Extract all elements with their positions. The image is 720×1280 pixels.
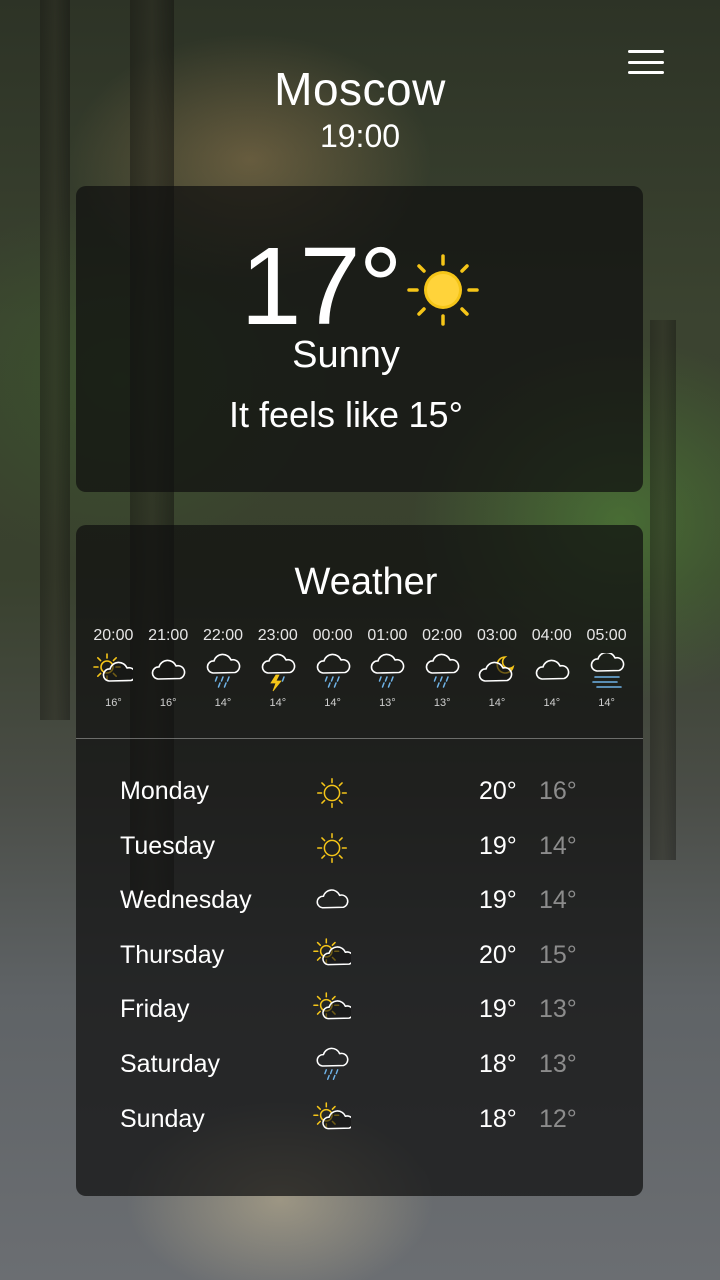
menu-icon[interactable] — [626, 48, 666, 76]
sun-icon — [312, 775, 352, 811]
hourly-time: 01:00 — [367, 627, 408, 644]
day-low-temp: 13° — [539, 995, 577, 1024]
hourly-temp: 13° — [433, 697, 451, 709]
day-name: Wednesday — [120, 886, 252, 915]
cloud-icon — [532, 651, 572, 695]
cloud-icon — [312, 884, 352, 920]
day-high-temp: 20° — [479, 777, 517, 805]
day-high-temp: 19° — [479, 995, 517, 1024]
hourly-time: 03:00 — [476, 627, 517, 644]
hourly-time: 02:00 — [422, 627, 463, 644]
current-weather-card: 17° Sunny It feels like 15° — [76, 186, 643, 492]
daily-row: Saturday 18° 13° — [76, 1038, 643, 1093]
hourly-temp: 14° — [543, 697, 561, 709]
sun-icon — [312, 830, 352, 866]
sun-cloud-icon — [312, 1101, 352, 1139]
day-high-temp: 18° — [479, 1104, 517, 1133]
hourly-item: 22:00 14° — [196, 627, 251, 709]
hourly-time: 21:00 — [148, 627, 189, 644]
sun-cloud-icon — [312, 992, 352, 1029]
hourly-time: 23:00 — [257, 627, 298, 644]
feels-like-value: 15° — [408, 394, 463, 435]
daily-row: Wednesday 19° 14° — [76, 874, 643, 929]
day-high-temp: 19° — [479, 886, 517, 915]
rain-icon — [422, 651, 462, 695]
hourly-temp: 16° — [105, 697, 122, 709]
daily-row: Sunday 18° 12° — [76, 1093, 643, 1148]
current-time: 19:00 — [319, 118, 401, 154]
hourly-time: 04:00 — [531, 627, 572, 644]
daily-row: Monday 20° 16° — [76, 765, 643, 820]
hourly-temp: 16° — [159, 697, 177, 709]
hourly-temp: 14° — [488, 697, 506, 709]
city-name: Moscow — [274, 63, 446, 115]
feels-like: It feels like 15° — [76, 394, 616, 436]
day-low-temp: 12° — [539, 1104, 577, 1133]
hourly-time: 20:00 — [93, 627, 134, 644]
rain-icon — [313, 651, 353, 695]
daily-row: Friday 19° 13° — [76, 983, 643, 1038]
daily-row: Tuesday 19° 14° — [76, 820, 643, 875]
day-low-temp: 14° — [539, 886, 577, 915]
day-high-temp: 20° — [479, 940, 517, 969]
moon-cloud-icon — [477, 651, 517, 695]
sun-cloud-icon — [312, 937, 352, 975]
day-high-temp: 18° — [479, 1049, 517, 1078]
hourly-temp: 14° — [269, 697, 287, 709]
current-condition: Sunny — [292, 334, 400, 376]
hourly-item: 20:00 16° — [86, 627, 141, 709]
forecast-title: Weather — [294, 561, 438, 603]
day-name: Tuesday — [120, 831, 215, 860]
hourly-temp: 14° — [214, 697, 232, 709]
hourly-item: 02:00 13° — [415, 627, 470, 709]
day-name: Saturday — [120, 1049, 221, 1078]
hourly-item: 21:00 16° — [141, 627, 196, 709]
hourly-time: 05:00 — [586, 627, 627, 644]
day-low-temp: 13° — [539, 1049, 577, 1078]
feels-like-label: It feels like — [229, 394, 400, 435]
day-name: Friday — [120, 995, 190, 1024]
day-low-temp: 16° — [539, 777, 577, 805]
hourly-item: 03:00 14° — [470, 627, 525, 709]
divider — [76, 738, 643, 739]
hourly-time: 22:00 — [202, 627, 244, 644]
hourly-item: 00:00 14° — [305, 627, 360, 709]
forecast-card: Weather 20:00 16° 21:00 16° 22:00 14° 23:00 14°… — [76, 525, 643, 1196]
hourly-time: 00:00 — [312, 627, 353, 644]
hourly-temp: 13° — [379, 697, 396, 709]
hourly-forecast: 20:00 16° 21:00 16° 22:00 14° 23:00 14° 00:00 14°… — [86, 627, 641, 709]
sun-icon — [406, 254, 479, 331]
hourly-item: 01:00 13° — [360, 627, 415, 709]
cloud-icon — [148, 651, 188, 695]
rain-icon — [203, 651, 243, 695]
rain-icon — [367, 651, 407, 695]
sun-cloud-icon — [93, 651, 134, 695]
hourly-item: 04:00 14° — [524, 627, 579, 709]
hourly-temp: 14° — [598, 697, 615, 709]
current-temperature-row: 17° — [76, 226, 643, 342]
hourly-item: 05:00 14° — [579, 627, 634, 709]
day-name: Sunday — [120, 1104, 205, 1133]
hourly-item: 23:00 14° — [250, 627, 305, 709]
thunderstorm-icon — [258, 651, 298, 695]
current-temperature: 17° — [240, 225, 402, 348]
hourly-temp: 14° — [324, 697, 341, 709]
day-name: Monday — [120, 777, 209, 805]
daily-forecast: Monday 20° 16° Tuesday 19° 14° Wednesday 19° 14°… — [76, 765, 643, 1147]
day-high-temp: 19° — [479, 831, 517, 860]
day-low-temp: 14° — [539, 831, 577, 860]
rain-icon — [312, 1047, 352, 1084]
daily-row: Thursday 20° 15° — [76, 929, 643, 984]
day-name: Thursday — [120, 940, 225, 969]
fog-icon — [587, 651, 627, 695]
day-low-temp: 15° — [539, 940, 577, 969]
